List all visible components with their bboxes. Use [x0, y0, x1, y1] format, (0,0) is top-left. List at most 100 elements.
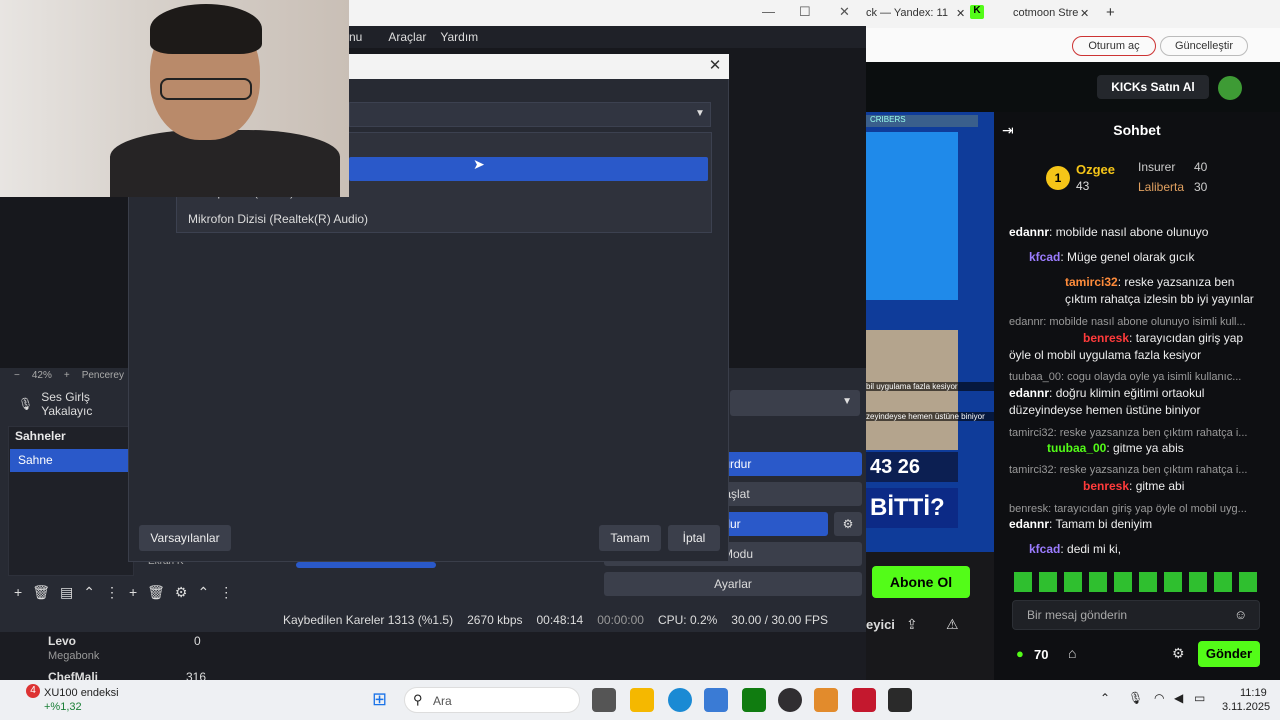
chat-user[interactable]: tamirci32: [1065, 275, 1118, 289]
emoji-icon[interactable]: ☺: [1234, 607, 1247, 622]
chat-text: gitme ya abis: [1113, 441, 1184, 455]
chat-user[interactable]: edannr: [1009, 517, 1049, 531]
stream-number: 43 26: [866, 452, 958, 482]
widget-title[interactable]: XU100 endeksi: [44, 687, 119, 699]
chat-user[interactable]: edannr: [1009, 386, 1049, 400]
kick-favicon-icon: K: [970, 5, 984, 19]
minimize-icon[interactable]: —: [762, 4, 775, 19]
trash-icon[interactable]: 🗑: [32, 584, 50, 601]
chat-reply: tamirci32: reske yazsanıza ben çıktım ra…: [1009, 464, 1248, 476]
chevron-down-icon: ▼: [842, 396, 852, 407]
mic-icon[interactable]: 🎙: [1128, 691, 1143, 705]
gifter-3-name[interactable]: Laliberta: [1138, 180, 1184, 194]
tab-kick[interactable]: cotmoon Stre: [1013, 7, 1078, 19]
xbox-icon[interactable]: [742, 688, 766, 712]
send-button[interactable]: Gönder: [1198, 641, 1260, 667]
chat-input[interactable]: Bir mesaj gönderin: [1012, 600, 1260, 630]
microphone-icon: 🎙: [18, 397, 34, 411]
cancel-button[interactable]: İptal: [668, 525, 720, 551]
clock-time[interactable]: 11:19: [1240, 687, 1267, 699]
points-icon: ●: [1016, 646, 1024, 661]
chat-user[interactable]: tuubaa_00: [1047, 441, 1106, 455]
record-time: 00:48:14: [536, 613, 584, 627]
menu-tools[interactable]: Araçlar: [388, 30, 426, 44]
menu-help[interactable]: Yardım: [440, 30, 478, 44]
gear-icon[interactable]: ⚙: [834, 512, 862, 536]
user-sub: Megabonk: [48, 650, 100, 662]
obs-dropdown[interactable]: ▼: [730, 390, 860, 416]
stream-banner: CRIBERS: [866, 115, 978, 127]
chat-user[interactable]: kfcad: [1029, 542, 1060, 556]
webcam-hair: [150, 4, 262, 54]
battery-icon[interactable]: ▭: [1194, 691, 1205, 705]
epic-games-icon[interactable]: [888, 688, 912, 712]
close-icon[interactable]: ✕: [956, 7, 965, 20]
add-source-icon[interactable]: +: [129, 584, 137, 600]
gear-icon[interactable]: ⚙: [1172, 645, 1185, 662]
emote-bar[interactable]: [1014, 572, 1258, 592]
obs-menubar: nu Araçlar Yardım: [349, 26, 866, 48]
warning-icon[interactable]: ⚠: [946, 616, 959, 633]
taskbar-search[interactable]: ⚲ Ara: [404, 687, 580, 713]
device-combobox[interactable]: [349, 102, 711, 127]
close-icon[interactable]: ✕: [1080, 7, 1089, 20]
edge-icon[interactable]: [668, 688, 692, 712]
up-source-icon[interactable]: ⌃: [197, 584, 209, 601]
chat-user[interactable]: benresk: [1083, 479, 1129, 493]
trash-source-icon[interactable]: 🗑: [147, 584, 165, 601]
gifter-2-name[interactable]: Insurer: [1138, 160, 1175, 174]
filter-icon[interactable]: ▤: [60, 584, 73, 601]
more-source-icon[interactable]: ⋮: [219, 584, 233, 601]
subscribe-button[interactable]: Abone Ol: [872, 566, 970, 598]
maximize-icon[interactable]: ☐: [799, 4, 811, 20]
store-icon[interactable]: ⌂: [1068, 645, 1076, 661]
scene-item-selected[interactable]: Sahne: [10, 449, 130, 472]
login-pill[interactable]: Oturum aç: [1072, 36, 1156, 56]
defaults-button[interactable]: Varsayılanlar: [139, 525, 231, 551]
close-icon[interactable]: ✕: [839, 4, 850, 20]
cpu-usage: CPU: 0.2%: [657, 613, 718, 627]
user-name[interactable]: Levo: [48, 634, 76, 648]
chat-text: mobilde nasıl abone olunuyo: [1055, 225, 1209, 239]
app-icon[interactable]: [814, 688, 838, 712]
file-explorer-icon[interactable]: [630, 688, 654, 712]
ok-button[interactable]: Tamam: [599, 525, 661, 551]
audio-source[interactable]: 🎙 Ses Girlş Yakalayıc: [0, 390, 135, 418]
tab-yandex[interactable]: ck — Yandex: 11: [866, 7, 948, 19]
settings-button[interactable]: Ayarlar: [604, 572, 862, 596]
gear-icon[interactable]: ⚙: [175, 584, 188, 601]
list-item-selected[interactable]: [349, 157, 708, 181]
new-tab-icon[interactable]: +: [1106, 4, 1115, 21]
store-icon[interactable]: [704, 688, 728, 712]
zoom-in-button[interactable]: +: [64, 370, 70, 381]
chat-message: tamirci32: reske yazsanıza ben çıktım ra…: [1065, 275, 1254, 306]
share-icon[interactable]: ⇪: [906, 616, 918, 633]
clock-date[interactable]: 3.11.2025: [1222, 701, 1270, 713]
close-icon[interactable]: ✕: [705, 56, 725, 76]
chat-message: kfcad: Müge genel olarak gıcık: [1029, 250, 1195, 264]
stream-time: 00:00:00: [597, 613, 644, 627]
chat-title: Sohbet: [1113, 122, 1161, 138]
chat-user[interactable]: kfcad: [1029, 250, 1060, 264]
obs-icon[interactable]: [778, 688, 802, 712]
app2-icon[interactable]: [852, 688, 876, 712]
gifter-1-name[interactable]: Ozgee: [1076, 162, 1115, 177]
menu-file[interactable]: nu: [349, 30, 362, 44]
update-pill[interactable]: Güncelleştir: [1160, 36, 1248, 56]
chevron-up-icon[interactable]: ⌃: [1100, 691, 1110, 705]
up-icon[interactable]: ⌃: [83, 584, 95, 601]
task-view-icon[interactable]: [592, 688, 616, 712]
wifi-icon[interactable]: ◠: [1154, 691, 1164, 705]
windows-start-icon[interactable]: ⊞: [372, 689, 387, 710]
chat-user[interactable]: benresk: [1083, 331, 1129, 345]
avatar[interactable]: [1218, 76, 1242, 100]
stream-caption-2: zeyindeyse hemen üstüne biniyor: [866, 412, 994, 421]
zoom-out-button[interactable]: −: [14, 370, 20, 381]
list-item[interactable]: Mikrofon Dizisi (Realtek(R) Audio): [188, 210, 488, 228]
chat-user[interactable]: edannr: [1009, 225, 1049, 239]
kick-buy-button[interactable]: KICKs Satın Al: [1097, 75, 1209, 99]
more-icon[interactable]: ⋮: [105, 584, 119, 601]
volume-slider[interactable]: [296, 562, 436, 568]
volume-icon[interactable]: ◀: [1174, 691, 1183, 705]
add-icon[interactable]: +: [14, 584, 22, 600]
